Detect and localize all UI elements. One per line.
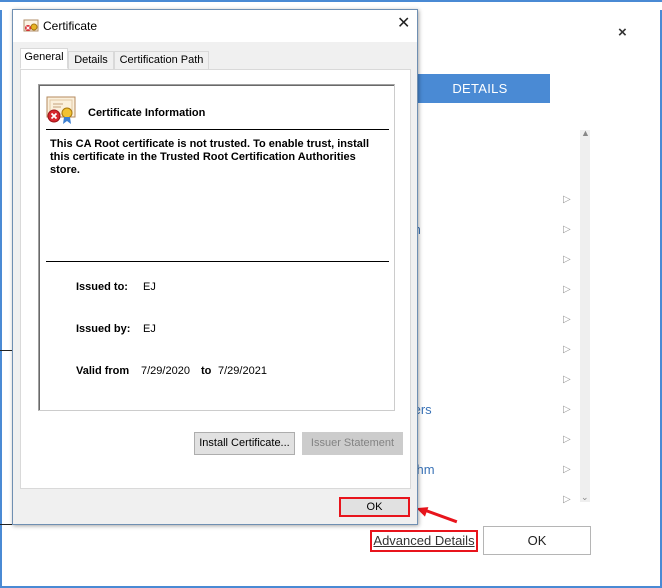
install-certificate-button[interactable]: Install Certificate... — [194, 432, 295, 455]
issued-by-label: Issued by: — [76, 323, 131, 335]
certificate-dialog: Certificate ✕ General Details Certificat… — [12, 9, 418, 525]
chevron-right-icon[interactable]: ▷ — [563, 464, 571, 476]
chevron-right-icon[interactable]: ▷ — [563, 224, 571, 236]
title-bar[interactable]: Certificate ✕ — [13, 10, 417, 42]
chevron-right-icon[interactable]: ▷ — [563, 254, 571, 266]
close-icon[interactable]: ✕ — [397, 16, 411, 32]
certificate-information-heading: Certificate Information — [88, 107, 206, 119]
tab-general[interactable]: General — [20, 48, 68, 69]
chevron-right-icon[interactable]: ▷ — [563, 404, 571, 416]
scroll-up-icon[interactable]: ▲ — [581, 128, 590, 138]
chevron-right-icon[interactable]: ▷ — [563, 434, 571, 446]
issued-by-value[interactable]: EJ — [143, 323, 156, 335]
dialog-title: Certificate — [43, 19, 98, 33]
tab-bar: General Details Certification Path — [20, 48, 412, 70]
chevron-right-icon[interactable]: ▷ — [563, 284, 571, 296]
ok-button[interactable]: OK — [483, 526, 591, 555]
divider — [46, 261, 389, 262]
tab-certification-path[interactable]: Certification Path — [114, 51, 209, 69]
certificate-ok-button[interactable]: OK — [339, 497, 410, 517]
issuer-statement-button: Issuer Statement — [302, 432, 403, 455]
trust-warning-text: This CA Root certificate is not trusted.… — [50, 138, 370, 176]
advanced-details-link[interactable]: Advanced Details — [370, 530, 478, 552]
divider — [46, 129, 389, 130]
valid-to-value[interactable]: 7/29/2021 — [218, 365, 267, 377]
scroll-down-icon[interactable]: ⌄ — [581, 492, 589, 503]
valid-from-label: Valid from — [76, 365, 130, 377]
chevron-right-icon[interactable]: ▷ — [563, 344, 571, 356]
chevron-right-icon[interactable]: ▷ — [563, 314, 571, 326]
untrusted-certificate-icon — [46, 96, 76, 124]
tab-details[interactable]: Details — [68, 51, 114, 69]
general-tab-panel: Certificate Information This CA Root cer… — [20, 69, 411, 489]
background-divider — [0, 524, 12, 525]
chevron-right-icon[interactable]: ▷ — [563, 494, 571, 506]
background-scrollbar[interactable]: ▲ ⌄ — [580, 128, 590, 503]
issued-to-value[interactable]: EJ — [143, 281, 156, 293]
chevron-right-icon[interactable]: ▷ — [563, 194, 571, 206]
certificate-icon — [23, 19, 39, 32]
background-divider — [0, 350, 12, 351]
details-tab[interactable]: DETAILS — [410, 74, 550, 103]
valid-from-value[interactable]: 7/29/2020 — [141, 365, 190, 377]
chevron-right-icon[interactable]: ▷ — [563, 374, 571, 386]
issued-to-label: Issued to: — [76, 281, 128, 293]
background-close-icon[interactable]: × — [618, 24, 632, 41]
certificate-info-box: Certificate Information This CA Root cer… — [38, 84, 395, 411]
valid-to-label: to — [201, 365, 212, 377]
